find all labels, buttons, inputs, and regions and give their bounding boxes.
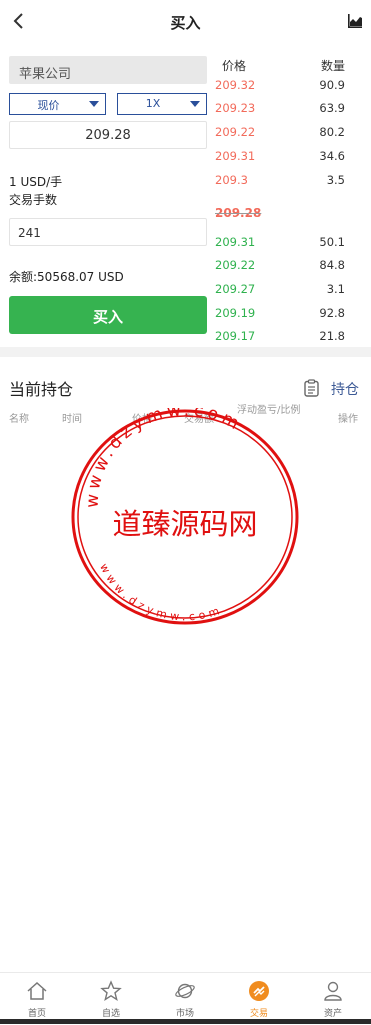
tab-label: 自选 [101,1009,120,1019]
positions-link[interactable]: 持仓 [331,379,359,399]
top-bar: 买入 [0,0,371,44]
bid-qty: 3.1 [326,282,345,296]
tab-assets[interactable]: 资产 [296,973,370,1025]
ask-row[interactable]: 209.23 63.9 [215,101,365,119]
ask-row[interactable]: 209.22 80.2 [215,125,365,143]
ask-qty: 90.9 [319,78,345,92]
bid-row[interactable]: 209.22 84.8 [215,258,365,276]
chart-icon[interactable] [347,13,363,29]
leverage-value: 1X [145,97,161,110]
ask-qty: 80.2 [319,125,345,139]
star-icon [100,980,122,1002]
column-header: 操作 [338,414,358,425]
home-icon [27,981,47,1000]
bid-price: 209.22 [215,258,256,272]
watermark-stamp: www.dzymw.com 道臻源码网 www.dzymw.com [71,408,299,625]
ask-row[interactable]: 209.32 90.9 [215,78,365,96]
section-divider [0,347,371,357]
bid-price: 209.31 [215,235,256,249]
orderbook-qty-header: 数量 [321,59,346,73]
tab-watchlist[interactable]: 自选 [74,973,148,1025]
order-type-select[interactable]: 现价 [9,93,106,115]
ask-qty: 34.6 [319,149,345,163]
balance-text: 余额:50568.07 USD [9,270,124,284]
trade-icon [249,981,269,1001]
tab-label: 资产 [323,1009,342,1019]
ask-price: 209.3 [215,173,248,187]
bid-qty: 21.8 [319,329,345,343]
watermark-text: 道臻源码网 [112,507,257,541]
bid-price: 209.17 [215,329,256,343]
lots-label: 交易手数 [9,193,58,207]
buy-button[interactable]: 买入 [9,296,207,334]
ask-row[interactable]: 209.31 34.6 [215,149,365,167]
ask-price: 209.31 [215,149,256,163]
bid-qty: 50.1 [319,235,345,249]
planet-icon [175,983,195,999]
lots-input[interactable]: 241 [9,218,207,246]
user-icon [324,981,342,1001]
bid-row[interactable]: 209.17 21.8 [215,329,365,347]
ask-row[interactable]: 209.3 3.5 [215,173,365,191]
clipboard-icon[interactable] [304,379,319,397]
order-type-value: 现价 [37,99,60,112]
tab-label: 交易 [249,1009,268,1019]
tab-trade[interactable]: 交易 [222,973,296,1025]
bid-qty: 84.8 [319,258,345,272]
leverage-select[interactable]: 1X [117,93,207,115]
bid-row[interactable]: 209.31 50.1 [215,235,365,253]
page-title: 买入 [170,14,201,32]
tab-market[interactable]: 市场 [148,973,222,1025]
column-header: 名称 [9,414,29,425]
bid-qty: 92.8 [319,306,345,320]
home-indicator [0,1019,371,1024]
dropdown-arrow-icon [190,101,200,107]
stock-name-field[interactable]: 苹果公司 [9,56,207,84]
ask-price: 209.22 [215,125,256,139]
bid-price: 209.19 [215,306,256,320]
tab-home[interactable]: 首页 [0,973,74,1025]
tab-label: 市场 [175,1009,194,1019]
watermark-url-bottom: www.dzymw.com [97,561,225,623]
bid-price: 209.27 [215,282,256,296]
ask-qty: 63.9 [319,101,345,115]
ask-qty: 3.5 [326,173,345,187]
positions-title: 当前持仓 [9,380,74,399]
bid-row[interactable]: 209.27 3.1 [215,282,365,300]
dropdown-arrow-icon [89,101,99,107]
price-input[interactable]: 209.28 [9,121,207,149]
orderbook-price-header: 价格 [222,59,247,73]
unit-label: 1 USD/手 [9,175,63,189]
bottom-tab-bar: 首页 自选 市场 交易 资产 [0,972,371,1024]
bid-row[interactable]: 209.19 92.8 [215,306,365,324]
ask-price: 209.32 [215,78,256,92]
watermark-url-top: www.dzymw.com [83,408,246,508]
ask-price: 209.23 [215,101,256,115]
current-price: 209.28 [215,206,262,220]
tab-label: 首页 [27,1009,46,1019]
